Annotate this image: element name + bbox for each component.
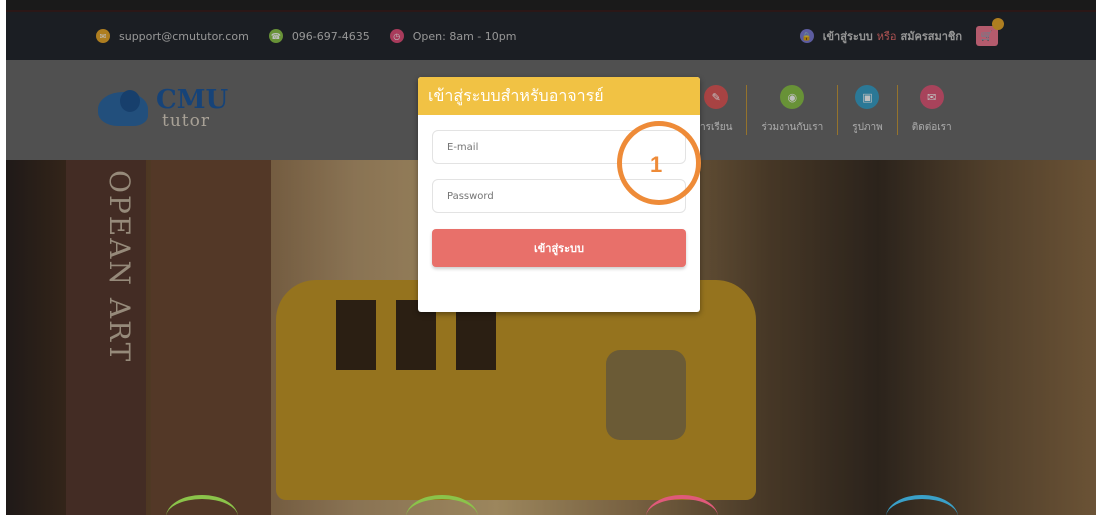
annotation-number: 1 <box>650 152 663 177</box>
login-button[interactable]: เข้าสู่ระบบ <box>432 229 686 267</box>
modal-title: เข้าสู่ระบบสำหรับอาจารย์ <box>418 77 700 115</box>
feature-circles <box>6 495 1096 515</box>
